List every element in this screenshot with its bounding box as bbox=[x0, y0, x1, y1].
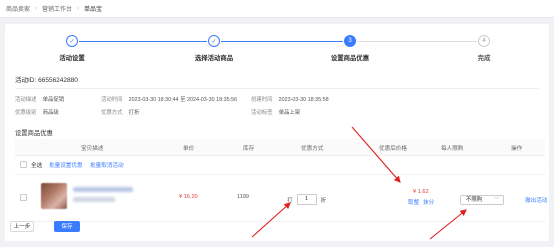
info-value: 2023-03-30 18:35:58 bbox=[278, 97, 329, 103]
info-value: 单品促销 bbox=[42, 97, 65, 103]
breadcrumb-separator: › bbox=[77, 5, 80, 12]
discount-setting: 打 1 折 bbox=[287, 194, 326, 205]
info-level: 优惠级别 商品级 bbox=[15, 108, 59, 116]
breadcrumb-item-marketing[interactable]: 营销工作台 bbox=[42, 4, 72, 13]
breadcrumb: 商品卖家 › 营销工作台 › 单品宝 bbox=[0, 0, 554, 18]
stock-count: 1199 bbox=[237, 194, 250, 200]
info-label: 活动标签 bbox=[251, 110, 273, 116]
info-label: 创建时间 bbox=[251, 97, 273, 103]
col-header: 每人限购 bbox=[441, 146, 464, 152]
product-id-redacted bbox=[73, 197, 115, 202]
activity-id: 活动ID: 66556242880 bbox=[15, 77, 78, 84]
info-label: 活动描述 bbox=[15, 97, 37, 103]
remove-cents-link[interactable]: 抹分 bbox=[423, 198, 434, 206]
info-value: 2023-03-30 18:30:44 至 2024-03-30 18:35:5… bbox=[128, 97, 238, 103]
step-2: ✓ 选择活动商品 bbox=[154, 35, 274, 62]
batch-cancel-link[interactable]: 批量取消活动 bbox=[90, 161, 124, 169]
info-tag: 活动标签 单品上架 bbox=[251, 108, 300, 116]
breadcrumb-separator: › bbox=[35, 5, 38, 12]
col-header: 优惠后价格 bbox=[379, 146, 407, 152]
row-checkbox[interactable] bbox=[20, 194, 27, 201]
step-progress: ✓ 活动设置 ✓ 选择活动商品 3 设置商品优惠 4 完成 bbox=[5, 30, 549, 66]
step-label: 完成 bbox=[477, 55, 491, 62]
col-header: 操作 bbox=[511, 146, 523, 152]
info-value: 商品级 bbox=[42, 110, 59, 116]
batch-set-discount-link[interactable]: 批量设置优惠 bbox=[49, 161, 83, 169]
step-label: 设置商品优惠 bbox=[330, 55, 370, 62]
table-header: 宝贝描述 单价 库存 优惠方式 优惠后价格 每人限购 操作 bbox=[15, 139, 545, 156]
product-thumbnail bbox=[41, 183, 67, 209]
col-header: 宝贝描述 bbox=[81, 146, 104, 152]
breadcrumb-item-current: 单品宝 bbox=[84, 7, 103, 13]
info-label: 活动时间 bbox=[101, 97, 123, 103]
col-header: 单价 bbox=[183, 146, 195, 152]
discounted-price: ¥ 1.62 bbox=[413, 189, 429, 195]
purchase-limit-select[interactable]: 不限购 ﹀ bbox=[460, 195, 504, 205]
product-title-redacted bbox=[73, 187, 133, 192]
save-button[interactable]: 保存 bbox=[54, 221, 80, 232]
step-number: 3 bbox=[344, 35, 356, 47]
step-3: 3 设置商品优惠 bbox=[290, 35, 410, 62]
breadcrumb-item-seller[interactable]: 商品卖家 bbox=[6, 4, 30, 13]
unit-price: ¥ 16.20 bbox=[179, 194, 198, 200]
col-header: 库存 bbox=[243, 146, 255, 152]
product-table: 宝贝描述 单价 库存 优惠方式 优惠后价格 每人限购 操作 全选 批量设置优惠 … bbox=[15, 139, 547, 222]
discount-prefix: 打 bbox=[287, 197, 293, 204]
info-label: 优惠级别 bbox=[15, 110, 37, 116]
info-label: 优惠方式 bbox=[101, 110, 123, 116]
divider bbox=[15, 88, 539, 89]
step-1: ✓ 活动设置 bbox=[12, 35, 132, 62]
info-value: 打折 bbox=[128, 110, 140, 116]
check-icon: ✓ bbox=[66, 35, 78, 47]
purchase-limit-value: 不限购 bbox=[466, 197, 483, 203]
section-title: 设置商品优惠 bbox=[15, 130, 53, 137]
col-header: 优惠方式 bbox=[301, 146, 324, 152]
check-icon: ✓ bbox=[208, 35, 220, 47]
bulk-actions-row: 全选 批量设置优惠 批量取消活动 bbox=[15, 156, 545, 175]
info-time: 活动时间 2023-03-30 18:30:44 至 2024-03-30 18:… bbox=[101, 95, 237, 103]
select-all-checkbox[interactable] bbox=[20, 161, 27, 168]
info-method: 优惠方式 打折 bbox=[101, 108, 139, 116]
step-label: 活动设置 bbox=[59, 55, 85, 62]
info-value: 单品上架 bbox=[278, 110, 301, 116]
main-card: ✓ 活动设置 ✓ 选择活动商品 3 设置商品优惠 4 完成 活动ID: 6655… bbox=[5, 24, 549, 241]
prev-step-button[interactable]: 上一步 bbox=[10, 221, 34, 232]
step-label: 选择活动商品 bbox=[194, 55, 234, 62]
step-4: 4 完成 bbox=[424, 35, 544, 62]
table-row: ¥ 16.20 1199 打 1 折 ¥ 1.62 取整 抹分 不限购 ﹀ 撤出… bbox=[15, 175, 547, 222]
round-price-link[interactable]: 取整 bbox=[408, 198, 419, 206]
withdraw-activity-link[interactable]: 撤出活动 bbox=[525, 196, 547, 204]
discount-input[interactable]: 1 bbox=[296, 194, 317, 205]
info-created: 创建时间 2023-03-30 18:35:58 bbox=[251, 95, 329, 103]
discount-suffix: 折 bbox=[320, 197, 327, 204]
info-type: 活动描述 单品促销 bbox=[15, 95, 64, 103]
chevron-down-icon: ﹀ bbox=[493, 197, 499, 203]
step-number: 4 bbox=[478, 35, 490, 47]
select-all-label[interactable]: 全选 bbox=[31, 161, 42, 169]
